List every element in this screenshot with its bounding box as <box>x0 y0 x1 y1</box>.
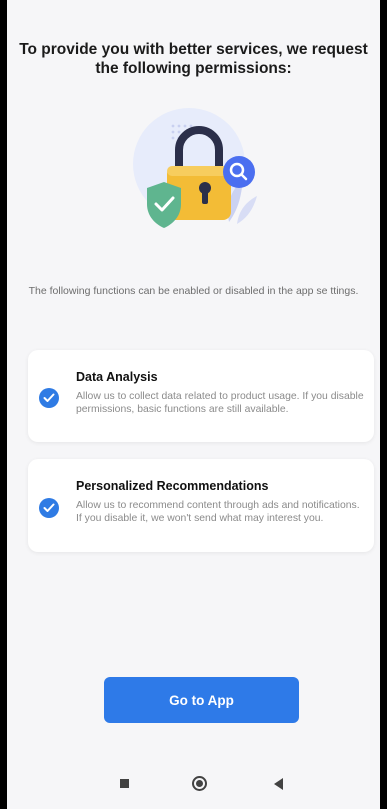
square-icon[interactable] <box>120 779 129 788</box>
padlock-illustration <box>121 104 271 254</box>
permission-description: Allow us to collect data related to prod… <box>76 391 364 415</box>
go-to-app-button[interactable]: Go to App <box>104 677 299 723</box>
system-navigation-bar <box>7 768 380 809</box>
page-title: To provide you with better services, we … <box>19 41 368 77</box>
permission-screen: To provide you with better services, we … <box>7 0 380 809</box>
circle-icon[interactable] <box>192 776 207 791</box>
permission-title: Data Analysis <box>76 370 158 384</box>
permission-card-personalized-recommendations[interactable]: Personalized Recommendations Allow us to… <box>28 459 374 552</box>
settings-notice: The following functions can be enabled o… <box>28 285 359 297</box>
checkmark-icon[interactable] <box>39 388 59 408</box>
triangle-back-icon[interactable] <box>274 778 283 790</box>
checkmark-icon[interactable] <box>39 498 59 518</box>
permission-description: Allow us to recommend content through ad… <box>76 500 360 524</box>
permission-title: Personalized Recommendations <box>76 479 269 493</box>
permission-card-data-analysis[interactable]: Data Analysis Allow us to collect data r… <box>28 350 374 442</box>
